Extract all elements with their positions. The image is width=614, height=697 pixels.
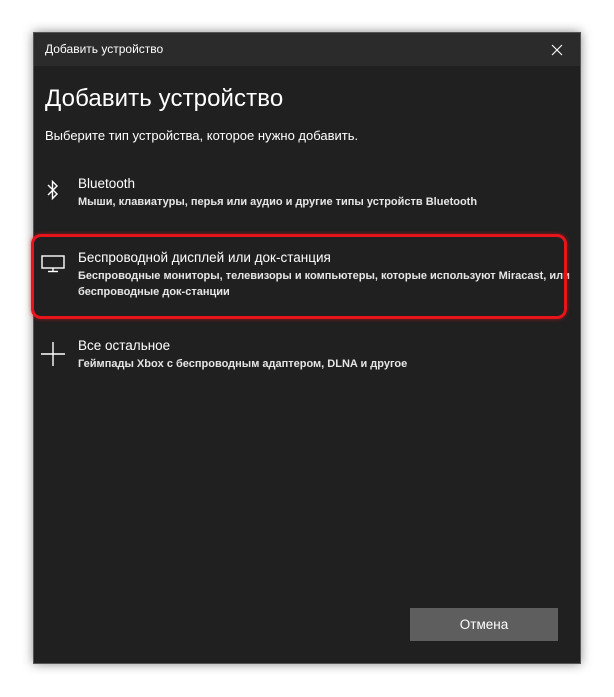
plus-icon — [40, 341, 66, 367]
bluetooth-icon — [40, 177, 66, 203]
option-title: Беспроводной дисплей или док-станция — [78, 250, 331, 265]
option-title: Все остальное — [78, 338, 171, 353]
option-wireless-display[interactable]: Беспроводной дисплей или док-станция Бес… — [34, 247, 582, 309]
window-title: Добавить устройство — [45, 42, 164, 56]
option-title: Bluetooth — [78, 176, 136, 191]
option-description: Геймпады Xbox с беспроводным адаптером, … — [78, 358, 408, 370]
option-everything-else[interactable]: Все остальное Геймпады Xbox с беспроводн… — [34, 335, 582, 379]
dialog-heading: Добавить устройство — [45, 85, 284, 112]
dialog-subtitle: Выберите тип устройства, которое нужно д… — [45, 128, 359, 143]
option-description: Беспроводные мониторы, телевизоры и комп… — [78, 270, 570, 298]
option-description: Мыши, клавиатуры, перья или аудио и друг… — [78, 196, 478, 208]
cancel-button[interactable]: Отмена — [410, 608, 558, 641]
close-button[interactable] — [534, 33, 580, 66]
option-bluetooth[interactable]: Bluetooth Мыши, клавиатуры, перья или ау… — [34, 173, 582, 217]
close-icon — [551, 44, 563, 55]
title-bar[interactable]: Добавить устройство — [34, 33, 580, 66]
add-device-dialog: Добавить устройство Добавить устройство … — [31, 32, 582, 664]
monitor-icon — [40, 251, 66, 277]
